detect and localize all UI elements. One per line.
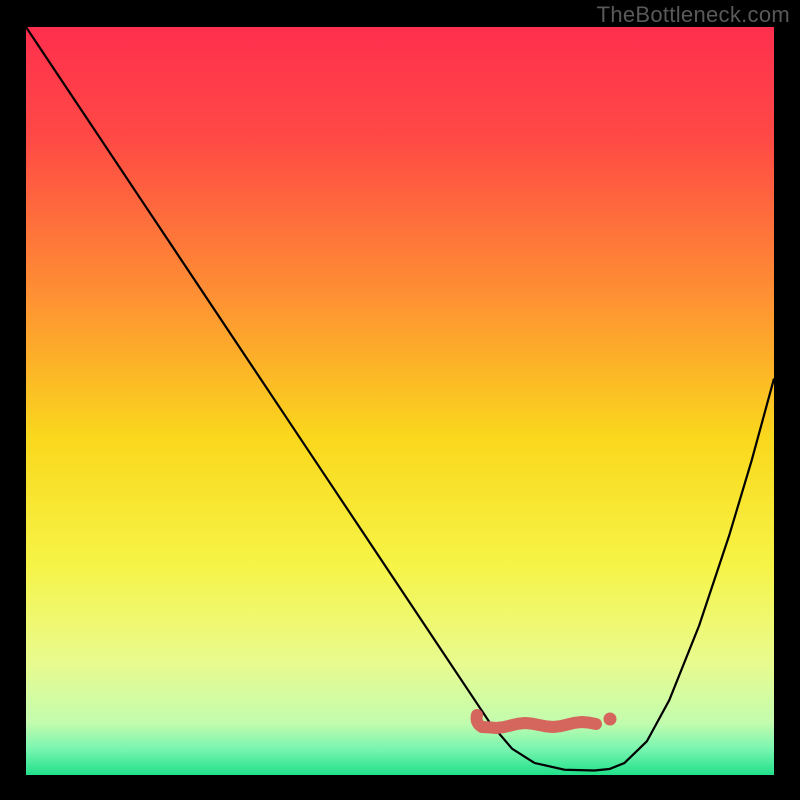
bottleneck-plot [26, 27, 774, 775]
chart-stage: TheBottleneck.com [0, 0, 800, 800]
gradient-background [26, 27, 774, 775]
optimal-point-dot [604, 713, 617, 726]
watermark-text: TheBottleneck.com [597, 2, 790, 28]
